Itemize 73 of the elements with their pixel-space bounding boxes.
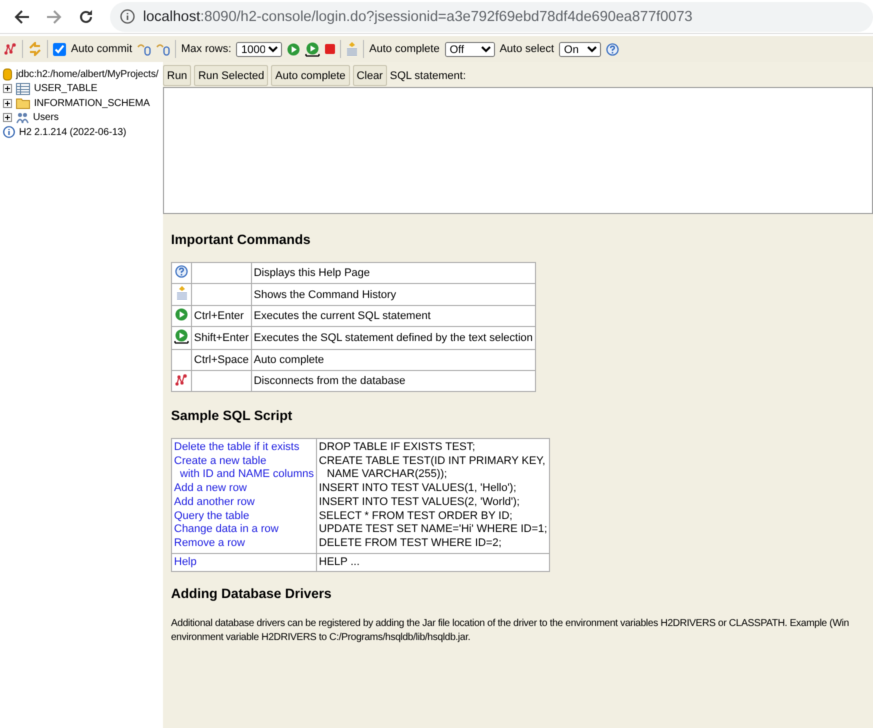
play-selection-icon[interactable] (305, 42, 320, 56)
shortcut-cell: Shift+Enter (192, 326, 252, 350)
disconnect-icon (175, 374, 188, 386)
info-icon (3, 126, 15, 138)
shortcut-cell: Ctrl+Enter (192, 306, 252, 326)
sql-line: INSERT INTO TEST VALUES(2, 'World'); (318, 496, 521, 510)
help-icon[interactable] (606, 42, 620, 56)
connection-url[interactable]: jdbc:h2:/home/albert/MyProjects/ (16, 68, 158, 80)
sample-link[interactable]: Delete the table if it exists (174, 441, 314, 455)
description-cell: Shows the Command History (251, 284, 536, 306)
disconnect-icon[interactable] (4, 43, 17, 55)
sql-line: NAME VARCHAR(255)); (326, 468, 448, 482)
sample-link[interactable]: Create a new table (174, 454, 314, 468)
users-icon (16, 112, 29, 124)
history-icon (176, 286, 188, 300)
folder-icon (16, 97, 30, 110)
description-cell: Executes the current SQL statement (251, 306, 536, 326)
editor-button[interactable]: Run (163, 65, 192, 86)
description-cell: Displays this Help Page (251, 262, 536, 284)
sample-link[interactable]: Change data in a row (174, 523, 314, 537)
auto-complete-select[interactable]: Off (444, 42, 495, 56)
editor-button[interactable]: Auto complete (271, 65, 350, 86)
sample-link[interactable]: Help (174, 556, 314, 570)
play-icon (175, 308, 188, 321)
sample-link[interactable]: Remove a row (174, 536, 314, 551)
shortcut-cell: Ctrl+Space (192, 350, 252, 370)
sql-line: CREATE TABLE TEST(ID INT PRIMARY KEY, (318, 454, 546, 468)
auto-select-select[interactable]: On (559, 42, 602, 56)
info-icon (120, 9, 135, 24)
section-heading: Adding Database Drivers (171, 586, 333, 602)
description-cell: Disconnects from the database (251, 370, 536, 392)
sample-link[interactable]: with ID and NAME columns (174, 468, 314, 482)
table-icon (16, 82, 30, 95)
expand-icon[interactable] (3, 113, 12, 122)
max-rows-label: Max rows: (181, 43, 232, 55)
max-rows-select[interactable]: 1000 (236, 42, 282, 56)
database-icon (3, 68, 12, 81)
play-selection-icon (174, 329, 189, 344)
sql-line: UPDATE TEST SET NAME='Hi' WHERE ID=1; (318, 523, 548, 537)
expand-icon[interactable] (3, 98, 12, 108)
tree-item[interactable]: Users (33, 112, 59, 124)
expand-icon[interactable] (3, 84, 12, 94)
auto-commit-checkbox[interactable] (53, 42, 66, 56)
sample-link[interactable]: Add another row (174, 496, 314, 510)
forward-arrow-icon[interactable] (46, 8, 62, 24)
editor-button[interactable]: Clear (352, 65, 387, 86)
tree-item[interactable]: USER_TABLE (34, 83, 98, 94)
section-heading: Important Commands (171, 232, 312, 247)
auto-select-label: Auto select (500, 43, 554, 55)
sql-line: HELP ... (318, 556, 361, 570)
play-icon[interactable] (287, 42, 300, 56)
sql-line: SELECT * FROM TEST ORDER BY ID; (318, 510, 514, 524)
editor-button[interactable]: Run Selected (194, 65, 268, 86)
stop-icon[interactable] (325, 44, 336, 54)
description-cell: Executes the SQL statement defined by the text selection (251, 326, 536, 350)
help-icon (175, 265, 188, 278)
sql-line: DELETE FROM TEST WHERE ID=2; (318, 536, 503, 551)
version-text: H2 2.1.214 (2022-06-13) (19, 126, 126, 138)
section-heading: Sample SQL Script (171, 408, 294, 423)
drivers-paragraph: Additional database drivers can be registered by adding the Jar file location of the driver to the environment variables H2DRIVERS or CLASSPATH. Example (Win environment variable H2DRIVERS to C:/Programs/hsqldb/lib/hsqldb.jar. (171, 617, 849, 644)
sql-statement-label: SQL statement: (390, 70, 466, 82)
sample-link[interactable]: Query the table (174, 510, 314, 524)
sample-link[interactable]: Add a new row (174, 482, 314, 496)
address-bar[interactable]: localhost:8090/h2-console/login.do?jsessionid=a3e792f69ebd78df4de690ea877f0073 (110, 2, 873, 32)
reload-icon[interactable] (78, 8, 94, 24)
tree-item[interactable]: INFORMATION_SCHEMA (34, 98, 150, 109)
auto-commit-label: Auto commit (71, 43, 132, 55)
sql-line: INSERT INTO TEST VALUES(1, 'Hello'); (318, 482, 518, 496)
auto-complete-label: Auto complete (369, 43, 440, 55)
history-icon[interactable] (346, 42, 358, 56)
back-arrow-icon[interactable] (14, 8, 30, 24)
description-cell: Auto complete (251, 350, 536, 370)
sql-line: DROP TABLE IF EXISTS TEST; (318, 441, 476, 455)
